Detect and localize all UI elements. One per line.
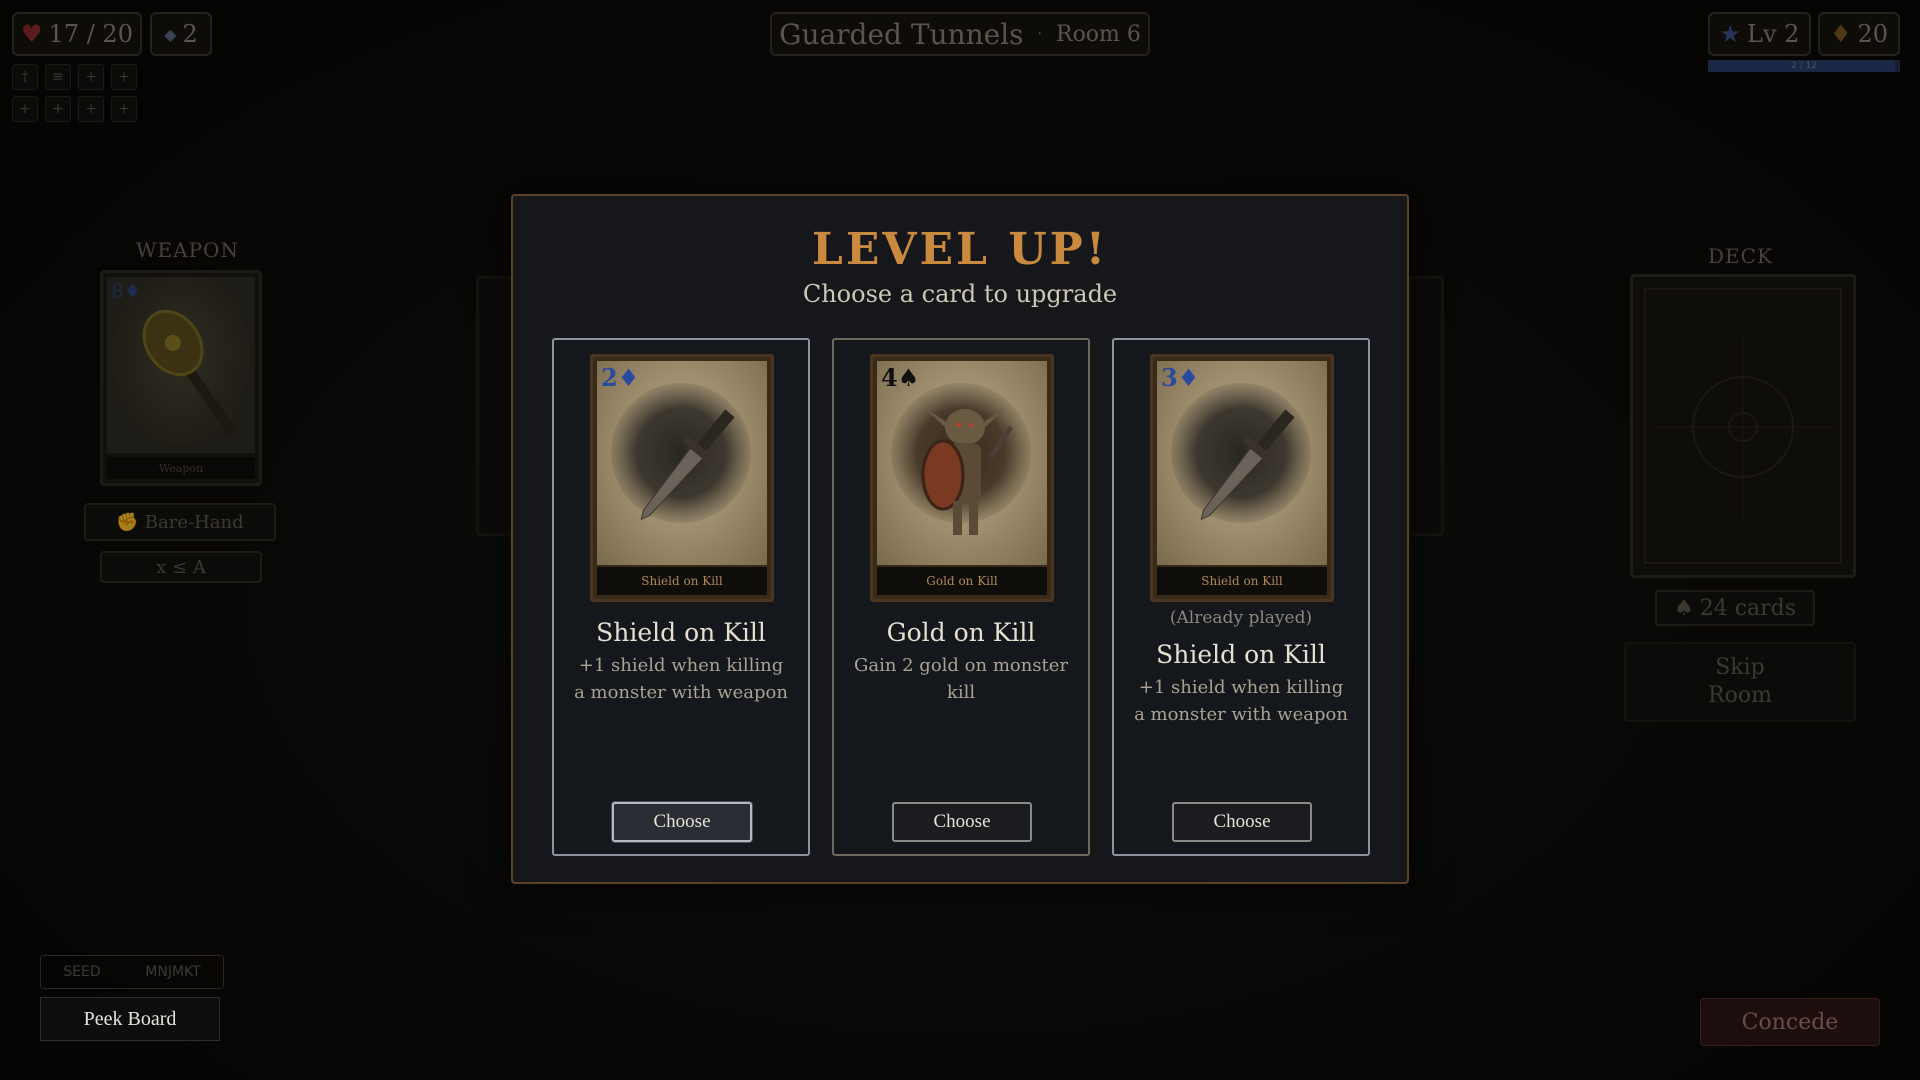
level-value: Lv 2 xyxy=(1747,20,1800,48)
gold-icon: ♦ xyxy=(1829,20,1852,48)
xp-bar: 2 / 12 xyxy=(1708,60,1900,72)
deck-pile[interactable] xyxy=(1630,274,1856,578)
deck-title: DECK xyxy=(1708,244,1773,268)
card-rank: 4♠ xyxy=(881,363,920,392)
concede-button[interactable]: Concede xyxy=(1700,998,1880,1046)
weapon-card-caption: Weapon xyxy=(107,457,255,479)
weapon-card[interactable]: 8♦ Weapon xyxy=(100,270,262,486)
choice-name: Shield on Kill xyxy=(1156,640,1326,669)
upgrade-card-2: 4♠ Gold on Kill xyxy=(870,354,1054,602)
tool-icon-1[interactable]: † xyxy=(12,64,38,90)
gold-value: 20 xyxy=(1857,20,1889,48)
choice-name: Gold on Kill xyxy=(886,618,1036,647)
upgrade-choice-1[interactable]: 2♦ Shield on Kill Shield on Kill +1 shie… xyxy=(552,338,810,856)
choice-description: Gain 2 gold on monster kill xyxy=(853,655,1069,703)
health-value: 17 / 20 xyxy=(48,20,133,48)
choose-button-2[interactable]: Choose xyxy=(892,802,1032,842)
card-caption: Shield on Kill xyxy=(597,567,767,595)
weapon-rule: x ≤ A xyxy=(100,551,262,583)
tool-icon-7[interactable]: + xyxy=(78,96,104,122)
deck-count-value: 24 cards xyxy=(1699,595,1797,621)
card-caption: Shield on Kill xyxy=(1157,567,1327,595)
shield-icon: ◆ xyxy=(164,24,177,44)
tool-icon-4[interactable]: + xyxy=(111,64,137,90)
skip-room-label: Skip Room xyxy=(1708,655,1772,708)
bare-hand-button[interactable]: ✊ Bare-Hand xyxy=(84,503,276,541)
seed-label: SEED xyxy=(63,964,101,980)
tool-icon-3[interactable]: + xyxy=(78,64,104,90)
card-rank: 3♦ xyxy=(1161,363,1200,392)
already-played-note: (Already played) xyxy=(1169,608,1313,628)
tool-icon-5[interactable]: + xyxy=(12,96,38,122)
modal-title: LEVEL UP! xyxy=(811,224,1109,275)
table-slot-right xyxy=(1408,276,1444,536)
upgrade-card-1: 2♦ Shield on Kill xyxy=(590,354,774,602)
seed-display: SEED MNJMKT xyxy=(40,955,224,989)
level-display: ★ Lv 2 xyxy=(1708,12,1811,56)
choose-button-1[interactable]: Choose xyxy=(612,802,752,842)
weapon-rule-text: x ≤ A xyxy=(156,556,206,578)
location-name: Guarded Tunnels xyxy=(779,17,1024,51)
modal-subtitle: Choose a card to upgrade xyxy=(802,280,1118,308)
choice-name: Shield on Kill xyxy=(596,618,766,647)
tool-icon-8[interactable]: + xyxy=(111,96,137,122)
card-caption: Gold on Kill xyxy=(877,567,1047,595)
weapon-title: WEAPON xyxy=(136,238,239,262)
peek-board-button[interactable]: Peek Board xyxy=(40,997,220,1041)
health-display: ♥ 17 / 20 xyxy=(12,12,142,56)
upgrade-choice-2[interactable]: 4♠ Gold on Kill Gold on Kill Gain 2 gold… xyxy=(832,338,1090,856)
level-up-modal: LEVEL UP! Choose a card to upgrade 2♦ Sh… xyxy=(511,194,1409,884)
tool-icon-6[interactable]: + xyxy=(45,96,71,122)
xp-text: 2 / 12 xyxy=(1791,61,1817,71)
shield-display: ◆ 2 xyxy=(150,12,212,56)
skip-room-button[interactable]: Skip Room xyxy=(1624,642,1856,722)
fist-icon: ✊ xyxy=(116,511,139,533)
upgrade-choice-3[interactable]: 3♦ Shield on Kill (Already played) Shiel… xyxy=(1112,338,1370,856)
room-label: Room 6 xyxy=(1056,21,1141,47)
separator-dot: · xyxy=(1037,26,1042,42)
axe-icon xyxy=(142,309,238,436)
star-icon: ★ xyxy=(1719,20,1742,48)
table-slot-left xyxy=(476,276,514,536)
seed-value: MNJMKT xyxy=(145,964,201,980)
deck-count: ♠ 24 cards xyxy=(1655,590,1815,626)
card-rank: 2♦ xyxy=(601,363,640,392)
choose-button-3[interactable]: Choose xyxy=(1172,802,1312,842)
heart-icon: ♥ xyxy=(21,20,43,48)
tool-icon-2[interactable]: ≡ xyxy=(45,64,71,90)
deck-back-pattern-icon xyxy=(1644,288,1842,564)
choice-description: +1 shield when killing a monster with we… xyxy=(574,655,788,703)
spade-icon: ♠ xyxy=(1673,595,1694,621)
choice-description: +1 shield when killing a monster with we… xyxy=(1134,677,1348,725)
gold-display: ♦ 20 xyxy=(1818,12,1900,56)
bare-hand-label: Bare-Hand xyxy=(144,511,244,533)
upgrade-card-3: 3♦ Shield on Kill xyxy=(1150,354,1334,602)
shield-value: 2 xyxy=(182,20,198,48)
location-banner: Guarded Tunnels · Room 6 xyxy=(770,12,1150,56)
